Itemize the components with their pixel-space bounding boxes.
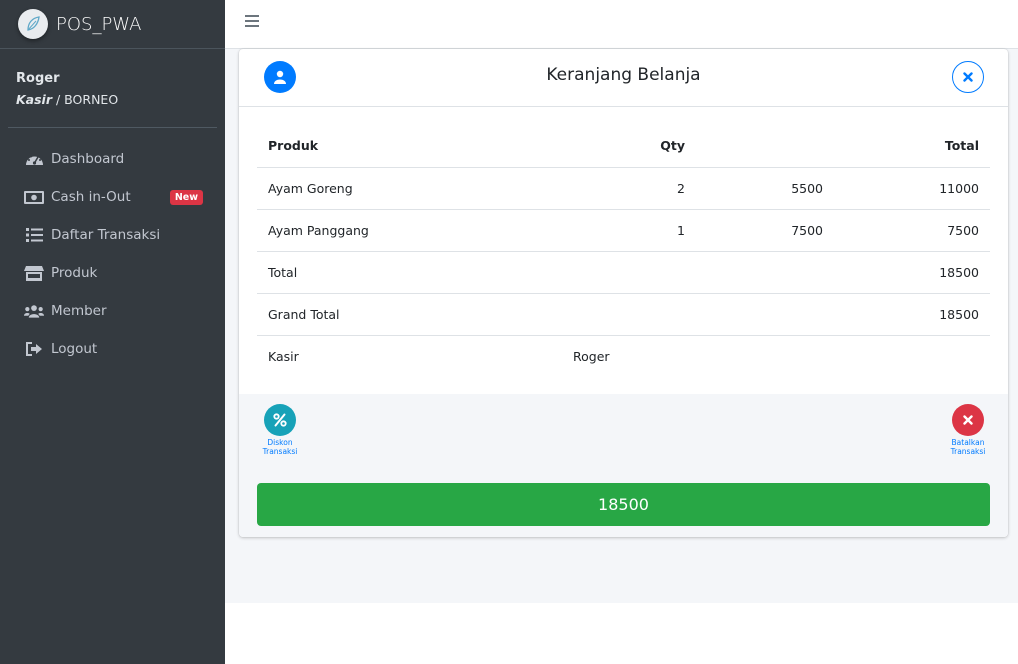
table-header-row: Produk Qty Total (257, 125, 990, 168)
sidebar-item-label: Logout (51, 341, 98, 357)
product-price: 7500 (696, 209, 834, 252)
cart-table: Produk Qty Total Ayam Goreng 2 5500 1100… (257, 125, 990, 377)
user-role: Kasir / BORNEO (16, 92, 201, 107)
user-panel: Roger Kasir / BORNEO (8, 49, 217, 128)
user-name: Roger (16, 71, 60, 86)
sidebar-item-label: Dashboard (51, 151, 125, 167)
discount-transaction-button[interactable]: Diskon Transaksi (258, 404, 302, 456)
sidebar-item-member[interactable]: Member (0, 292, 225, 330)
sidebar-item-label: Produk (51, 265, 98, 281)
total-row: Total 18500 (257, 251, 990, 294)
sidebar-item-cash-in-out[interactable]: Cash in-Out New (0, 178, 225, 216)
sidebar-item-produk[interactable]: Produk (0, 254, 225, 292)
brand-link[interactable]: POS_PWA (0, 0, 225, 49)
product-name: Ayam Panggang (257, 209, 573, 252)
sidebar-item-label: Daftar Transaksi (51, 227, 161, 243)
new-badge: New (169, 189, 203, 205)
users-icon (24, 303, 44, 319)
product-name: Ayam Goreng (257, 167, 573, 210)
user-role-title: Kasir (16, 92, 53, 107)
sidebar-item-label: Cash in-Out (51, 189, 131, 205)
sign-out-icon (24, 341, 44, 357)
grand-total-row: Grand Total 18500 (257, 293, 990, 336)
sidebar-nav: Dashboard Cash in-Out New Daftar Transak… (0, 140, 225, 368)
cashier-label: Kasir (268, 348, 299, 364)
cart-card: Keranjang Belanja Produk Qty Total Ayam … (239, 49, 1008, 537)
product-price: 5500 (696, 167, 834, 210)
user-branch: / BORNEO (56, 92, 119, 107)
cancel-transaction-button[interactable]: Batalkan Transaksi (946, 404, 990, 456)
product-qty: 2 (573, 167, 696, 210)
cart-header: Keranjang Belanja (239, 49, 1008, 107)
brand-logo-icon (18, 9, 48, 39)
cart-footer: Diskon Transaksi Batalkan Transaksi 18500 (239, 394, 1008, 537)
top-navbar (225, 0, 1018, 49)
sidebar-item-label: Member (51, 303, 107, 319)
table-row[interactable]: Ayam Goreng 2 5500 11000 (257, 167, 990, 210)
cancel-icon (952, 404, 984, 436)
cancel-label: Batalkan Transaksi (950, 438, 986, 456)
menu-toggle-icon[interactable] (245, 15, 259, 29)
discount-label: Diskon Transaksi (262, 438, 298, 456)
product-qty: 1 (573, 209, 696, 252)
main-content: Keranjang Belanja Produk Qty Total Ayam … (225, 49, 1018, 603)
grand-total-label: Grand Total (257, 293, 573, 336)
cashier-name: Roger (573, 348, 610, 364)
cart-title: Keranjang Belanja (546, 65, 701, 85)
store-icon (24, 265, 44, 281)
grand-total-value: 18500 (834, 293, 990, 336)
sidebar-item-dashboard[interactable]: Dashboard (0, 140, 225, 178)
column-header-qty: Qty (573, 125, 696, 168)
close-button[interactable] (952, 61, 984, 93)
sidebar-item-daftar-transaksi[interactable]: Daftar Transaksi (0, 216, 225, 254)
total-value: 18500 (834, 251, 990, 294)
cashier-value: Roger (573, 335, 990, 377)
close-icon (963, 72, 973, 82)
sidebar: POS_PWA Roger Kasir / BORNEO Dashboard C… (0, 0, 225, 664)
total-label: Total (257, 251, 573, 294)
money-bill-icon (24, 189, 44, 205)
column-header-price (696, 125, 834, 168)
product-total: 7500 (834, 209, 990, 252)
table-row[interactable]: Ayam Panggang 1 7500 7500 (257, 209, 990, 252)
list-icon (24, 227, 44, 243)
pay-button[interactable]: 18500 (257, 483, 990, 526)
column-header-total: Total (834, 125, 990, 168)
product-total: 11000 (834, 167, 990, 210)
cashier-row: Kasir Roger (257, 335, 990, 377)
column-header-product: Produk (257, 125, 573, 168)
sidebar-item-logout[interactable]: Logout (0, 330, 225, 368)
percent-icon (264, 404, 296, 436)
brand-text: POS_PWA (56, 13, 142, 35)
tachometer-icon (24, 151, 44, 167)
